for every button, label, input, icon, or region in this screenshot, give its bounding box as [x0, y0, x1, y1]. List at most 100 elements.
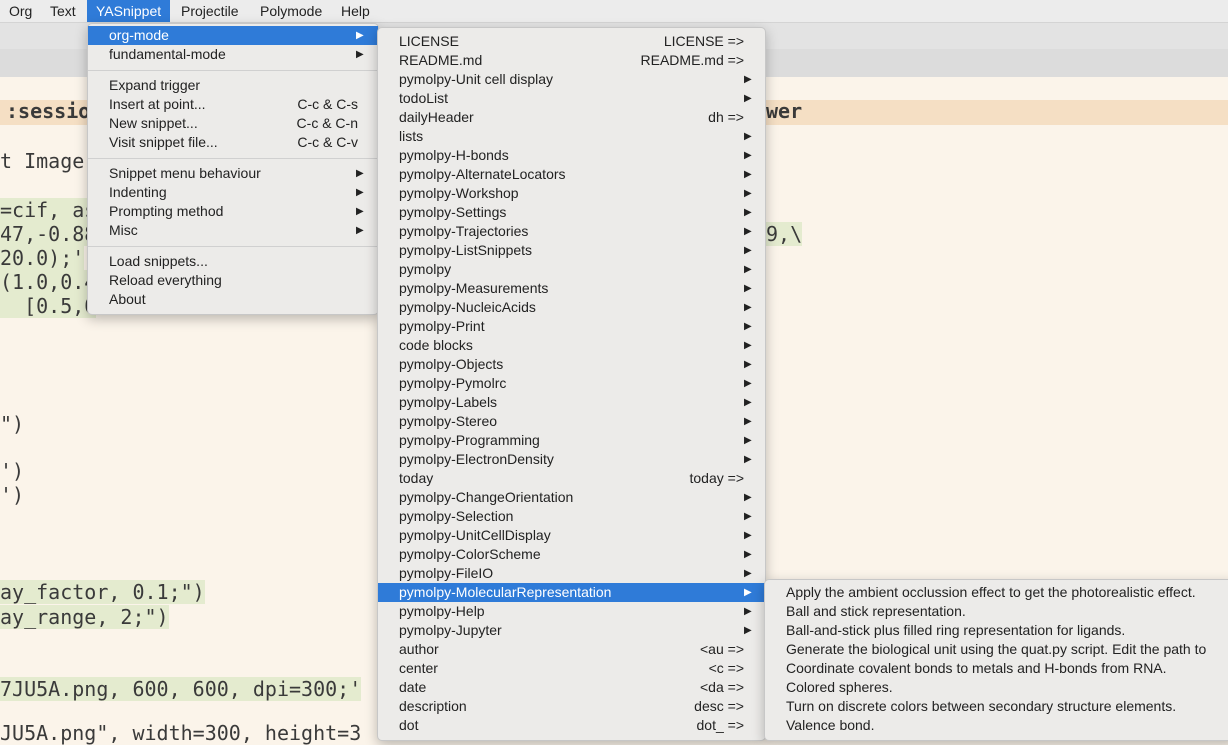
submenu-item[interactable]: pymolpy ▶	[378, 260, 765, 279]
menu-item-label: Reload everything	[109, 272, 222, 288]
molecular-representation-submenu: Apply the ambient occlussion effect to g…	[764, 579, 1228, 741]
submenu-item[interactable]: pymolpy-UnitCellDisplay ▶	[378, 526, 765, 545]
menu-projectile[interactable]: Projectile	[172, 0, 248, 22]
submenu-item[interactable]: README.md README.md =>	[378, 51, 765, 70]
submenu-item[interactable]: pymolpy-Workshop ▶	[378, 184, 765, 203]
submenu-item-label: pymolpy-Programming	[399, 432, 540, 448]
menu-item-insert-at-point[interactable]: Insert at point... C-c & C-s	[88, 95, 378, 114]
snippet-item[interactable]: Turn on discrete colors between secondar…	[765, 697, 1228, 716]
submenu-item-label: dot	[399, 717, 419, 733]
submenu-item[interactable]: pymolpy-Pymolrc ▶	[378, 374, 765, 393]
snippet-item[interactable]: Generate the biological unit using the q…	[765, 640, 1228, 659]
submenu-item[interactable]: pymolpy-Unit cell display ▶	[378, 70, 765, 89]
submenu-item-label: pymolpy-Selection	[399, 508, 514, 524]
submenu-item[interactable]: pymolpy-Settings ▶	[378, 203, 765, 222]
menu-text[interactable]: Text	[41, 0, 85, 22]
code-line: wer	[766, 99, 803, 123]
submenu-item-label: README.md	[399, 52, 483, 68]
submenu-arrow-icon: ▶	[744, 511, 752, 522]
snippet-item[interactable]: Apply the ambient occlussion effect to g…	[765, 583, 1228, 602]
submenu-item[interactable]: description desc =>	[378, 697, 765, 716]
yasnippet-menu: org-mode ▶ fundamental-mode ▶ Expand tri…	[87, 23, 379, 315]
menu-polymode[interactable]: Polymode	[251, 0, 331, 22]
snippet-item[interactable]: Ball and stick representation.	[765, 602, 1228, 621]
submenu-arrow-icon: ▶	[744, 568, 752, 579]
menu-item-expand-trigger[interactable]: Expand trigger	[88, 76, 378, 95]
submenu-item[interactable]: pymolpy-Selection ▶	[378, 507, 765, 526]
submenu-item[interactable]: dailyHeader dh =>	[378, 108, 765, 127]
submenu-item[interactable]: pymolpy-ColorScheme ▶	[378, 545, 765, 564]
menu-item-prompting-method[interactable]: Prompting method ▶	[88, 202, 378, 221]
submenu-item-label: pymolpy-ListSnippets	[399, 242, 533, 258]
submenu-item-shortcut: LICENSE =>	[663, 33, 744, 49]
menu-item-label: fundamental-mode	[109, 46, 226, 62]
submenu-item-label: pymolpy-Pymolrc	[399, 375, 507, 391]
menu-yasnippet[interactable]: YASnippet	[87, 0, 171, 22]
menu-item-label: org-mode	[109, 27, 169, 43]
snippet-item[interactable]: Colored spheres.	[765, 678, 1228, 697]
org-mode-submenu: LICENSE LICENSE => README.md README.md => py…	[377, 27, 766, 741]
submenu-item[interactable]: code blocks ▶	[378, 336, 765, 355]
submenu-item[interactable]: pymolpy-Stereo ▶	[378, 412, 765, 431]
submenu-item[interactable]: center <c =>	[378, 659, 765, 678]
submenu-item[interactable]: dot dot_ =>	[378, 716, 765, 735]
submenu-arrow-icon: ▶	[744, 587, 752, 598]
submenu-item-label: date	[399, 679, 427, 695]
menu-item-fundamental-mode[interactable]: fundamental-mode ▶	[88, 45, 378, 64]
snippet-item[interactable]: Coordinate covalent bonds to metals and …	[765, 659, 1228, 678]
menu-separator	[88, 70, 378, 71]
snippet-item-label: Turn on discrete colors between secondar…	[786, 698, 1177, 714]
submenu-arrow-icon: ▶	[744, 264, 752, 275]
submenu-item[interactable]: pymolpy-Measurements ▶	[378, 279, 765, 298]
menu-item-label: Prompting method	[109, 203, 224, 219]
submenu-item[interactable]: pymolpy-AlternateLocators ▶	[378, 165, 765, 184]
submenu-item[interactable]: pymolpy-Help ▶	[378, 602, 765, 621]
menu-item-about[interactable]: About	[88, 290, 378, 309]
submenu-item[interactable]: pymolpy-ElectronDensity ▶	[378, 450, 765, 469]
menu-item-indenting[interactable]: Indenting ▶	[88, 183, 378, 202]
code-line: 20.0);'	[0, 246, 85, 270]
submenu-arrow-icon: ▶	[356, 206, 364, 217]
submenu-item[interactable]: pymolpy-Print ▶	[378, 317, 765, 336]
submenu-item[interactable]: pymolpy-Trajectories ▶	[378, 222, 765, 241]
submenu-item[interactable]: pymolpy-ListSnippets ▶	[378, 241, 765, 260]
submenu-arrow-icon: ▶	[356, 30, 364, 41]
code-line: :sessio	[6, 99, 91, 123]
submenu-item[interactable]: date <da =>	[378, 678, 765, 697]
submenu-item[interactable]: pymolpy-NucleicAcids ▶	[378, 298, 765, 317]
snippet-item-label: Apply the ambient occlussion effect to g…	[786, 584, 1196, 600]
submenu-item[interactable]: pymolpy-ChangeOrientation ▶	[378, 488, 765, 507]
submenu-item[interactable]: pymolpy-Programming ▶	[378, 431, 765, 450]
menu-separator	[88, 246, 378, 247]
menu-item-new-snippet[interactable]: New snippet... C-c & C-n	[88, 114, 378, 133]
submenu-item[interactable]: pymolpy-FileIO ▶	[378, 564, 765, 583]
submenu-arrow-icon: ▶	[744, 606, 752, 617]
submenu-item[interactable]: pymolpy-Objects ▶	[378, 355, 765, 374]
submenu-item-shortcut: dot_ =>	[696, 717, 745, 733]
submenu-item[interactable]: pymolpy-Labels ▶	[378, 393, 765, 412]
submenu-item[interactable]: todoList ▶	[378, 89, 765, 108]
snippet-item[interactable]: Valence bond.	[765, 716, 1228, 735]
submenu-item[interactable]: lists ▶	[378, 127, 765, 146]
submenu-item[interactable]: pymolpy-H-bonds ▶	[378, 146, 765, 165]
submenu-arrow-icon: ▶	[744, 150, 752, 161]
submenu-arrow-icon: ▶	[744, 530, 752, 541]
menu-item-visit-snippet-file[interactable]: Visit snippet file... C-c & C-v	[88, 133, 378, 152]
submenu-item[interactable]: pymolpy-MolecularRepresentation ▶	[378, 583, 765, 602]
menu-help[interactable]: Help	[332, 0, 379, 22]
submenu-arrow-icon: ▶	[744, 74, 752, 85]
menu-item-misc[interactable]: Misc ▶	[88, 221, 378, 240]
submenu-item[interactable]: pymolpy-Jupyter ▶	[378, 621, 765, 640]
code-line: ay_factor, 0.1;")	[0, 580, 205, 604]
menu-item-reload-everything[interactable]: Reload everything	[88, 271, 378, 290]
submenu-item[interactable]: author <au =>	[378, 640, 765, 659]
menu-item-load-snippets[interactable]: Load snippets...	[88, 252, 378, 271]
submenu-item[interactable]: LICENSE LICENSE =>	[378, 32, 765, 51]
menu-item-snippet-menu-behaviour[interactable]: Snippet menu behaviour ▶	[88, 164, 378, 183]
submenu-item[interactable]: today today =>	[378, 469, 765, 488]
menu-org[interactable]: Org	[0, 0, 41, 22]
snippet-item[interactable]: Ball-and-stick plus filled ring represen…	[765, 621, 1228, 640]
menu-item-org-mode[interactable]: org-mode ▶	[88, 26, 378, 45]
submenu-item-label: pymolpy-Labels	[399, 394, 498, 410]
submenu-item-label: pymolpy	[399, 261, 452, 277]
